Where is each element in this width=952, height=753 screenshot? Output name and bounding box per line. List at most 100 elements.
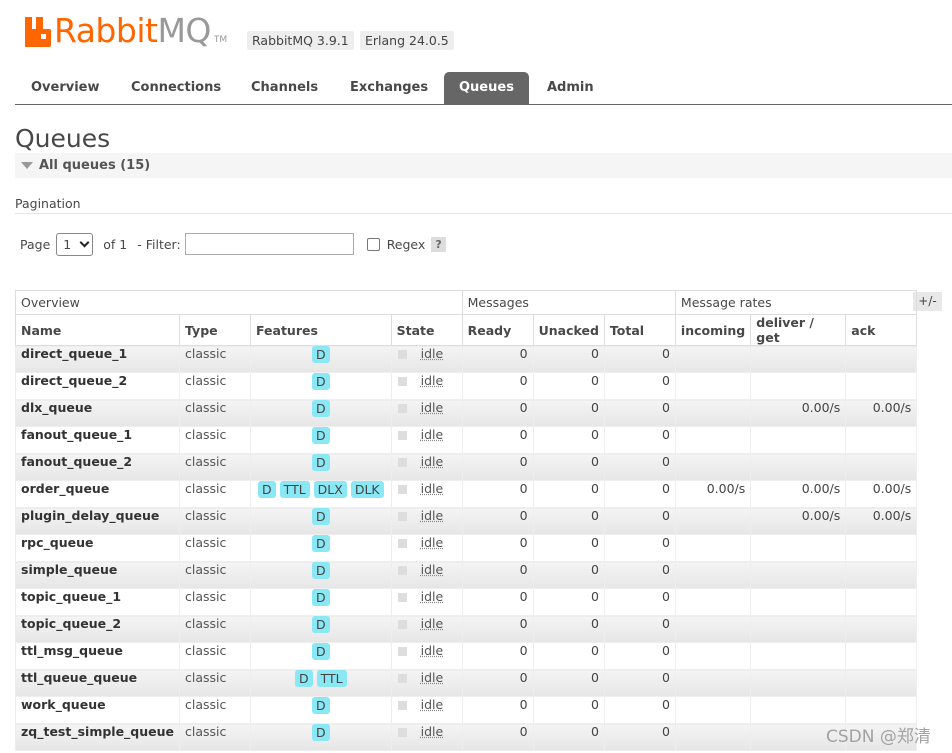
state-label: idle: [420, 670, 444, 685]
tab-connections[interactable]: Connections: [116, 72, 236, 104]
table-row[interactable]: dlx_queue classic Didle 0 0 0 0.00/s 0.00/s: [14, 399, 918, 427]
page-count-label: of 1: [103, 236, 128, 252]
col-state[interactable]: State: [390, 314, 463, 346]
queue-features: D: [250, 399, 392, 427]
table-row[interactable]: topic_queue_2 classic Didle 0 0 0: [14, 615, 918, 643]
incoming-rate: 0.00/s: [674, 480, 752, 508]
col-type[interactable]: Type: [179, 314, 252, 346]
queue-type: classic: [179, 642, 252, 670]
queue-features: D: [250, 372, 392, 400]
queue-name-link[interactable]: order_queue: [14, 480, 181, 508]
queue-type: classic: [179, 723, 252, 751]
table-row[interactable]: ttl_queue_queue classic D TTL idle 0 0 0: [14, 669, 918, 697]
column-toggle-button[interactable]: +/-: [913, 292, 942, 311]
ready-count: 0: [461, 345, 534, 373]
table-row[interactable]: work_queue classic Didle 0 0 0: [14, 696, 918, 724]
ready-count: 0: [461, 399, 534, 427]
queue-name-link[interactable]: fanout_queue_2: [14, 453, 181, 481]
state-label: idle: [420, 454, 444, 469]
feature-badge: D: [312, 508, 330, 525]
regex-checkbox[interactable]: [366, 237, 380, 251]
incoming-rate: [674, 453, 752, 481]
page-select-value: 1: [63, 236, 72, 252]
queue-name-link[interactable]: simple_queue: [14, 561, 181, 589]
total-count: 0: [603, 534, 676, 562]
ack-rate: 0.00/s: [845, 507, 918, 535]
col-deliver-get[interactable]: deliver / get: [750, 314, 847, 346]
queue-name-link[interactable]: zq_test_simple_queue: [14, 723, 181, 751]
queue-name-link[interactable]: topic_queue_2: [14, 615, 181, 643]
all-queues-toggle[interactable]: All queues (15): [15, 153, 952, 178]
col-incoming[interactable]: incoming: [674, 314, 752, 346]
total-count: 0: [603, 723, 676, 751]
queue-name-link[interactable]: direct_queue_2: [14, 372, 181, 400]
tab-channels[interactable]: Channels: [236, 72, 333, 104]
total-count: 0: [603, 507, 676, 535]
queue-name-link[interactable]: plugin_delay_queue: [14, 507, 181, 535]
queue-name-link[interactable]: ttl_msg_queue: [14, 642, 181, 670]
tab-queues[interactable]: Queues: [444, 72, 529, 104]
queues-table: Overview Messages Message rates Name Typ…: [14, 290, 918, 751]
ack-rate: [845, 615, 918, 643]
feature-badge: D: [312, 427, 330, 444]
queue-features: D: [250, 453, 392, 481]
incoming-rate: [674, 615, 752, 643]
queue-name-link[interactable]: work_queue: [14, 696, 181, 724]
col-ready[interactable]: Ready: [461, 314, 534, 346]
table-row[interactable]: plugin_delay_queue classic Didle 0 0 0 0.00/s 0…: [14, 507, 918, 535]
ack-rate: [845, 561, 918, 589]
table-row[interactable]: fanout_queue_1 classic Didle 0 0 0: [14, 426, 918, 454]
unacked-count: 0: [532, 480, 605, 508]
incoming-rate: [674, 426, 752, 454]
ready-count: 0: [461, 561, 534, 589]
col-ack[interactable]: ack: [845, 314, 918, 346]
table-row[interactable]: order_queue classic D TTL DLX DLK idle 0 0 0 0.00/…: [14, 480, 918, 508]
state-idle-icon: [397, 485, 407, 494]
table-row[interactable]: simple_queue classic Didle 0 0 0: [14, 561, 918, 589]
state-idle-icon: [397, 593, 407, 602]
ready-count: 0: [461, 696, 534, 724]
col-total[interactable]: Total: [603, 314, 676, 346]
tab-exchanges[interactable]: Exchanges: [335, 72, 443, 104]
ready-count: 0: [461, 507, 534, 535]
regex-help-icon[interactable]: ?: [431, 236, 446, 252]
table-row[interactable]: rpc_queue classic Didle 0 0 0: [14, 534, 918, 562]
table-row[interactable]: fanout_queue_2 classic Didle 0 0 0: [14, 453, 918, 481]
pagination-heading: Pagination: [15, 196, 81, 211]
table-row[interactable]: direct_queue_2 classic Didle 0 0 0: [14, 372, 918, 400]
queue-name-link[interactable]: rpc_queue: [14, 534, 181, 562]
feature-badge: D: [312, 589, 330, 606]
table-row[interactable]: topic_queue_1 classic Didle 0 0 0: [14, 588, 918, 616]
queue-name-link[interactable]: ttl_queue_queue: [14, 669, 181, 697]
ack-rate: 0.00/s: [845, 399, 918, 427]
state-label: idle: [420, 562, 444, 577]
rabbitmq-logo[interactable]: RabbitMQ TM: [25, 14, 227, 47]
unacked-count: 0: [532, 561, 605, 589]
filter-input[interactable]: [184, 233, 354, 255]
table-row[interactable]: direct_queue_1 classic Didle 0 0 0: [14, 345, 918, 373]
col-features[interactable]: Features: [250, 314, 392, 346]
queue-type: classic: [179, 561, 252, 589]
total-count: 0: [603, 696, 676, 724]
queue-name-link[interactable]: direct_queue_1: [14, 345, 181, 373]
ack-rate: [845, 696, 918, 724]
total-count: 0: [603, 588, 676, 616]
col-unacked[interactable]: Unacked: [532, 314, 605, 346]
feature-badge: D: [312, 643, 330, 660]
tab-overview[interactable]: Overview: [16, 72, 115, 104]
queue-features: D: [250, 561, 392, 589]
state-idle-icon: [397, 701, 407, 710]
incoming-rate: [674, 669, 752, 697]
queue-name-link[interactable]: fanout_queue_1: [14, 426, 181, 454]
table-row[interactable]: zq_test_simple_queue classic Didle 0 0 0: [14, 723, 918, 751]
table-row[interactable]: ttl_msg_queue classic Didle 0 0 0: [14, 642, 918, 670]
tab-admin[interactable]: Admin: [532, 72, 609, 104]
ready-count: 0: [461, 480, 534, 508]
queue-name-link[interactable]: dlx_queue: [14, 399, 181, 427]
queue-features: D TTL: [250, 669, 392, 697]
queue-name-link[interactable]: topic_queue_1: [14, 588, 181, 616]
queue-features: D: [250, 696, 392, 724]
col-name[interactable]: Name: [14, 314, 181, 346]
page-select[interactable]: 1: [56, 232, 94, 256]
queue-features: D: [250, 642, 392, 670]
